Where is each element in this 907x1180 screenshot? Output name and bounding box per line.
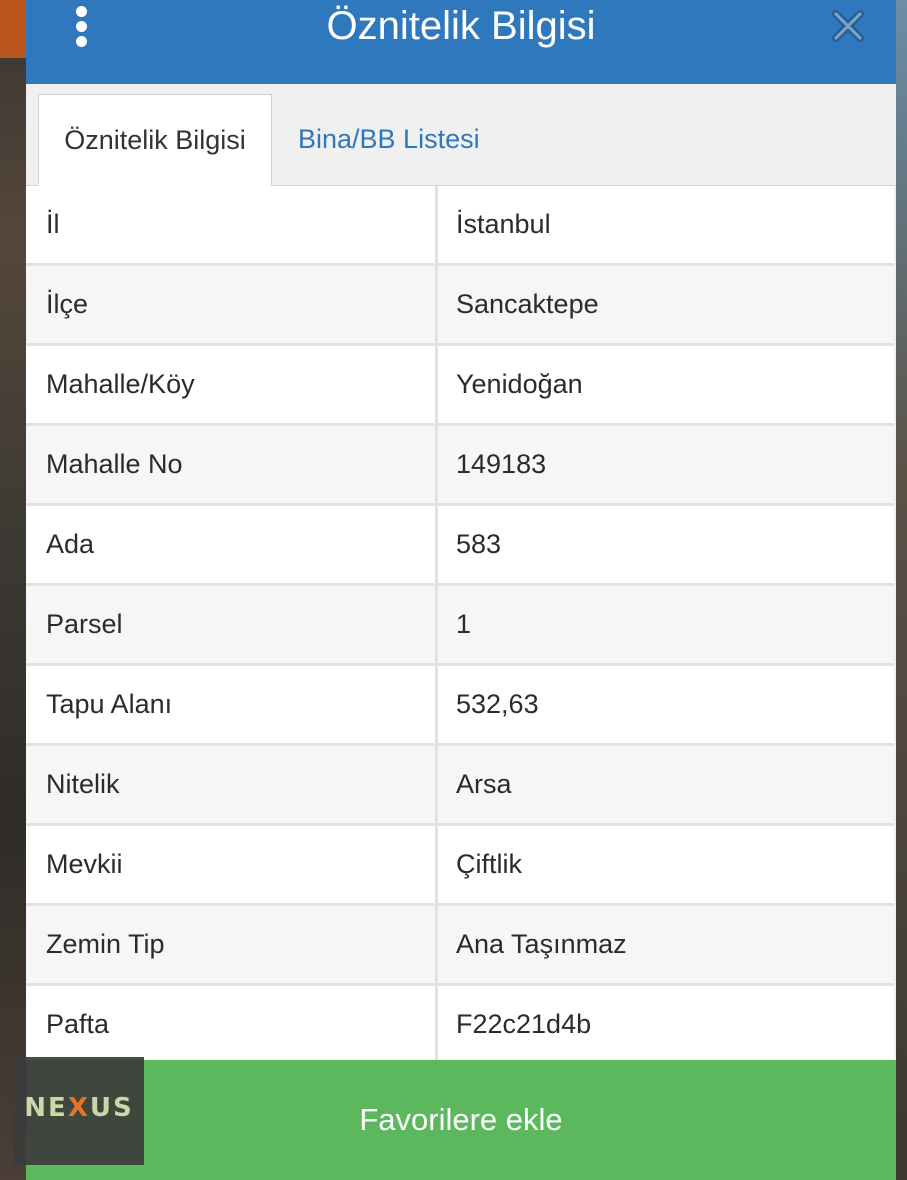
tab-bar: Öznitelik Bilgisi Bina/BB Listesi — [26, 84, 896, 186]
table-row: Mevkii Çiftlik — [26, 826, 894, 906]
attribute-label: Mahalle No — [46, 449, 183, 479]
table-row: Nitelik Arsa — [26, 746, 894, 826]
attribute-label: Tapu Alanı — [46, 689, 173, 719]
attribute-label: Parsel — [46, 609, 123, 639]
attribute-value: 532,63 — [456, 689, 539, 719]
column-divider — [435, 266, 438, 343]
attribute-info-dialog: Öznitelik Bilgisi Öznitelik Bilgisi Bina… — [26, 0, 896, 1180]
table-row: Ada 583 — [26, 506, 894, 586]
attribute-label: Mahalle/Köy — [46, 369, 195, 399]
table-row: Zemin Tip Ana Taşınmaz — [26, 906, 894, 986]
column-divider — [435, 666, 438, 743]
attribute-label: Nitelik — [46, 769, 120, 799]
column-divider — [435, 186, 438, 263]
dialog-title: Öznitelik Bilgisi — [326, 4, 596, 48]
attribute-value: 1 — [456, 609, 472, 639]
attribute-label: Pafta — [46, 1009, 110, 1039]
column-divider — [435, 506, 438, 583]
column-divider — [435, 906, 438, 983]
attribute-value: Çiftlik — [456, 849, 522, 879]
attribute-value: İstanbul — [456, 209, 551, 239]
column-divider — [435, 746, 438, 823]
attribute-table: İl İstanbul İlçe Sancaktepe Mahalle/Köy … — [26, 186, 894, 1066]
column-divider — [435, 986, 438, 1063]
attribute-value: 149183 — [456, 449, 547, 479]
column-divider — [435, 346, 438, 423]
attribute-label: İlçe — [46, 289, 89, 319]
background-map-marker — [0, 0, 26, 58]
add-to-favorites-label: Favorilere ekle — [359, 1102, 563, 1137]
tab-building-list[interactable]: Bina/BB Listesi — [278, 94, 500, 184]
column-divider — [435, 826, 438, 903]
table-row: Pafta F22c21d4b — [26, 986, 894, 1066]
attribute-value: Ana Taşınmaz — [456, 929, 627, 959]
attribute-label: Mevkii — [46, 849, 123, 879]
tab-attribute-info[interactable]: Öznitelik Bilgisi — [38, 94, 272, 186]
column-divider — [435, 586, 438, 663]
attribute-label: Ada — [46, 529, 95, 559]
add-to-favorites-button[interactable]: Favorilere ekle — [26, 1060, 896, 1180]
table-row: Mahalle/Köy Yenidoğan — [26, 346, 894, 426]
attribute-label: İl — [46, 209, 60, 239]
attribute-value: Arsa — [456, 769, 512, 799]
attribute-label: Zemin Tip — [46, 929, 165, 959]
column-divider — [435, 426, 438, 503]
attribute-value: 583 — [456, 529, 502, 559]
watermark-logo-text: NEXUS — [24, 1093, 134, 1123]
table-row: İlçe Sancaktepe — [26, 266, 894, 346]
attribute-value: Sancaktepe — [456, 289, 599, 319]
attribute-value: Yenidoğan — [456, 369, 583, 399]
close-icon[interactable] — [830, 8, 866, 44]
table-row: Tapu Alanı 532,63 — [26, 666, 894, 746]
background-map-left — [0, 0, 26, 1180]
dialog-header: Öznitelik Bilgisi — [26, 0, 896, 84]
table-row: İl İstanbul — [26, 186, 894, 266]
table-row: Mahalle No 149183 — [26, 426, 894, 506]
watermark-logo: NEXUS — [14, 1057, 144, 1165]
background-map-right — [895, 0, 907, 1180]
table-row: Parsel 1 — [26, 586, 894, 666]
attribute-value: F22c21d4b — [456, 1009, 592, 1039]
